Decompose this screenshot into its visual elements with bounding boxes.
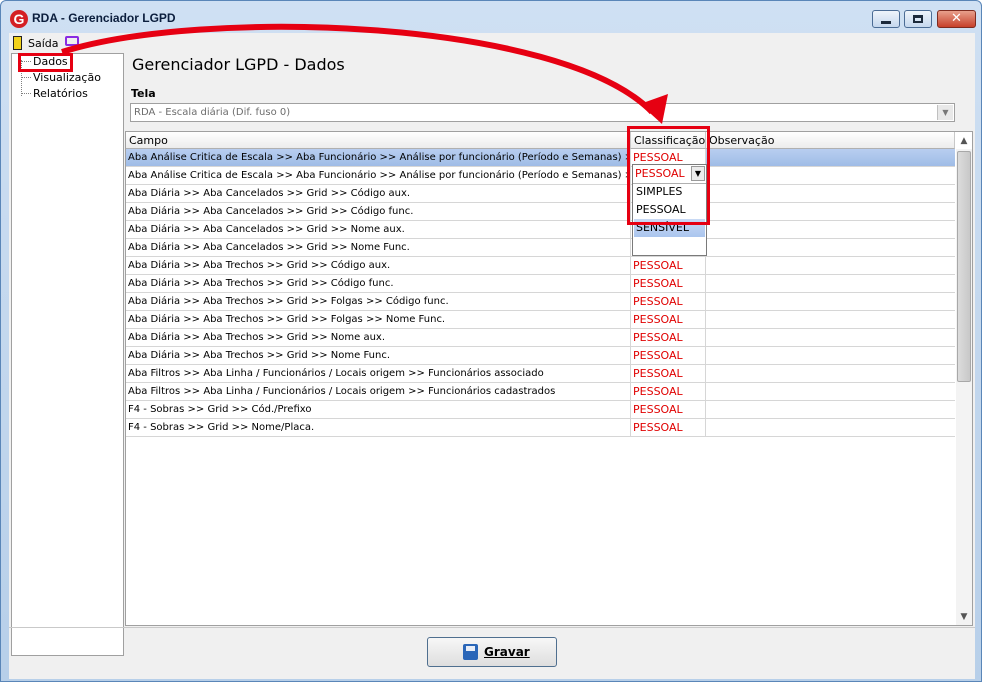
table-row[interactable]: Aba Diária >> Aba Trechos >> Grid >> Cód… bbox=[126, 275, 955, 293]
cell-classificacao[interactable]: PESSOAL bbox=[631, 347, 706, 364]
monitor-stand bbox=[69, 47, 75, 49]
cell-observacao[interactable] bbox=[706, 149, 955, 166]
save-button-label: Gravar bbox=[484, 645, 530, 659]
maximize-button[interactable] bbox=[904, 10, 932, 28]
cell-campo[interactable]: Aba Diária >> Aba Cancelados >> Grid >> … bbox=[126, 239, 631, 256]
cell-campo[interactable]: Aba Diária >> Aba Trechos >> Grid >> Cód… bbox=[126, 275, 631, 292]
cell-campo[interactable]: Aba Análise Critica de Escala >> Aba Fun… bbox=[126, 149, 631, 166]
cell-campo[interactable]: Aba Diária >> Aba Trechos >> Grid >> Nom… bbox=[126, 347, 631, 364]
cell-observacao[interactable] bbox=[706, 239, 955, 256]
table-row[interactable]: F4 - Sobras >> Grid >> Cód./Prefixo PESSO… bbox=[126, 401, 955, 419]
cell-campo[interactable]: Aba Diária >> Aba Trechos >> Grid >> Fol… bbox=[126, 311, 631, 328]
cell-campo[interactable]: Aba Diária >> Aba Cancelados >> Grid >> … bbox=[126, 221, 631, 238]
column-header-observacao[interactable]: Observação bbox=[706, 132, 955, 149]
menu-exit[interactable]: Saída bbox=[28, 37, 59, 50]
annotation-box-dropdown bbox=[627, 126, 710, 225]
cell-campo[interactable]: F4 - Sobras >> Grid >> Cód./Prefixo bbox=[126, 401, 631, 418]
cell-observacao[interactable] bbox=[706, 257, 955, 274]
cell-campo[interactable]: Aba Diária >> Aba Trechos >> Grid >> Nom… bbox=[126, 329, 631, 346]
cell-observacao[interactable] bbox=[706, 167, 955, 184]
table-row[interactable]: Aba Análise Critica de Escala >> Aba Fun… bbox=[126, 167, 955, 185]
cell-classificacao[interactable]: PESSOAL bbox=[631, 311, 706, 328]
cell-campo[interactable]: Aba Filtros >> Aba Linha / Funcionários … bbox=[126, 383, 631, 400]
cell-campo[interactable]: Aba Diária >> Aba Trechos >> Grid >> Cód… bbox=[126, 257, 631, 274]
cell-observacao[interactable] bbox=[706, 221, 955, 238]
annotation-box-dados bbox=[18, 53, 73, 72]
table-row[interactable]: Aba Diária >> Aba Trechos >> Grid >> Cód… bbox=[126, 257, 955, 275]
tela-select-value: RDA - Escala diária (Dif. fuso 0) bbox=[134, 107, 291, 118]
close-icon: ✕ bbox=[951, 11, 962, 26]
table-row[interactable]: Aba Diária >> Aba Cancelados >> Grid >> … bbox=[126, 221, 955, 239]
app-window: G RDA - Gerenciador LGPD ✕ Saída Dados V… bbox=[0, 0, 982, 682]
table-row[interactable]: Aba Diária >> Aba Cancelados >> Grid >> … bbox=[126, 203, 955, 221]
table-row[interactable]: Aba Diária >> Aba Trechos >> Grid >> Fol… bbox=[126, 293, 955, 311]
cell-classificacao[interactable]: PESSOAL bbox=[631, 419, 706, 436]
monitor-icon[interactable] bbox=[65, 36, 79, 46]
table-row[interactable]: Aba Diária >> Aba Cancelados >> Grid >> … bbox=[126, 239, 955, 257]
cell-campo[interactable]: Aba Filtros >> Aba Linha / Funcionários … bbox=[126, 365, 631, 382]
cell-observacao[interactable] bbox=[706, 365, 955, 382]
cell-observacao[interactable] bbox=[706, 275, 955, 292]
cell-observacao[interactable] bbox=[706, 203, 955, 220]
cell-classificacao[interactable]: PESSOAL bbox=[631, 365, 706, 382]
menu-bar: Saída bbox=[9, 33, 975, 53]
maximize-icon bbox=[913, 15, 923, 23]
cell-campo[interactable]: F4 - Sobras >> Grid >> Nome/Placa. bbox=[126, 419, 631, 436]
sidebar-tree: Dados Visualização Relatórios bbox=[11, 53, 124, 656]
floppy-disk-icon bbox=[463, 644, 478, 660]
app-logo-icon: G bbox=[10, 10, 28, 28]
scroll-down-icon[interactable]: ▼ bbox=[956, 609, 972, 625]
close-button[interactable]: ✕ bbox=[937, 10, 976, 28]
client-area: Saída Dados Visualização Relatórios Gere… bbox=[9, 33, 975, 679]
sidebar-item-visualizacao[interactable]: Visualização bbox=[33, 71, 101, 84]
cell-campo[interactable]: Aba Diária >> Aba Trechos >> Grid >> Fol… bbox=[126, 293, 631, 310]
cell-observacao[interactable] bbox=[706, 311, 955, 328]
table-row[interactable]: F4 - Sobras >> Grid >> Nome/Placa. PESSOA… bbox=[126, 419, 955, 437]
cell-classificacao[interactable]: PESSOAL bbox=[631, 383, 706, 400]
cell-classificacao[interactable]: PESSOAL bbox=[631, 275, 706, 292]
cell-observacao[interactable] bbox=[706, 293, 955, 310]
footer-divider bbox=[9, 627, 975, 628]
table-row[interactable]: Aba Diária >> Aba Trechos >> Grid >> Fol… bbox=[126, 311, 955, 329]
cell-campo[interactable]: Aba Diária >> Aba Cancelados >> Grid >> … bbox=[126, 185, 631, 202]
tela-label: Tela bbox=[131, 87, 156, 100]
cell-classificacao[interactable]: PESSOAL bbox=[631, 401, 706, 418]
table-row[interactable]: Aba Filtros >> Aba Linha / Funcionários … bbox=[126, 365, 955, 383]
cell-classificacao[interactable]: PESSOAL bbox=[631, 329, 706, 346]
cell-campo[interactable]: Aba Análise Critica de Escala >> Aba Fun… bbox=[126, 167, 631, 184]
cell-observacao[interactable] bbox=[706, 383, 955, 400]
cell-classificacao[interactable]: PESSOAL bbox=[631, 293, 706, 310]
save-button[interactable]: Gravar bbox=[427, 637, 557, 667]
tela-select[interactable]: RDA - Escala diária (Dif. fuso 0) ▼ bbox=[130, 103, 955, 122]
cell-observacao[interactable] bbox=[706, 419, 955, 436]
tree-connector bbox=[22, 93, 31, 94]
minimize-icon bbox=[881, 20, 891, 24]
cell-observacao[interactable] bbox=[706, 401, 955, 418]
table-row[interactable]: Aba Diária >> Aba Trechos >> Grid >> Nom… bbox=[126, 347, 955, 365]
tree-connector bbox=[22, 77, 31, 78]
vertical-scrollbar[interactable]: ▲ ▼ bbox=[956, 136, 972, 625]
scroll-up-icon[interactable]: ▲ bbox=[956, 133, 972, 149]
cell-classificacao[interactable]: PESSOAL bbox=[631, 257, 706, 274]
sidebar-item-relatorios[interactable]: Relatórios bbox=[33, 87, 88, 100]
title-bar[interactable]: G RDA - Gerenciador LGPD ✕ bbox=[1, 1, 983, 33]
data-grid: Campo Classificação Observação Aba Análi… bbox=[125, 131, 973, 626]
chevron-down-icon[interactable]: ▼ bbox=[937, 105, 953, 120]
table-row[interactable]: Aba Diária >> Aba Cancelados >> Grid >> … bbox=[126, 185, 955, 203]
window-title: RDA - Gerenciador LGPD bbox=[32, 11, 176, 25]
exit-door-icon[interactable] bbox=[13, 36, 22, 50]
cell-observacao[interactable] bbox=[706, 185, 955, 202]
scroll-thumb[interactable] bbox=[957, 151, 971, 382]
minimize-button[interactable] bbox=[872, 10, 900, 28]
cell-campo[interactable]: Aba Diária >> Aba Cancelados >> Grid >> … bbox=[126, 203, 631, 220]
table-row[interactable]: Aba Filtros >> Aba Linha / Funcionários … bbox=[126, 383, 955, 401]
cell-observacao[interactable] bbox=[706, 347, 955, 364]
cell-observacao[interactable] bbox=[706, 329, 955, 346]
table-row[interactable]: Aba Diária >> Aba Trechos >> Grid >> Nom… bbox=[126, 329, 955, 347]
page-title: Gerenciador LGPD - Dados bbox=[132, 55, 345, 74]
column-header-campo[interactable]: Campo bbox=[126, 132, 631, 149]
table-row[interactable]: Aba Análise Critica de Escala >> Aba Fun… bbox=[126, 149, 955, 167]
